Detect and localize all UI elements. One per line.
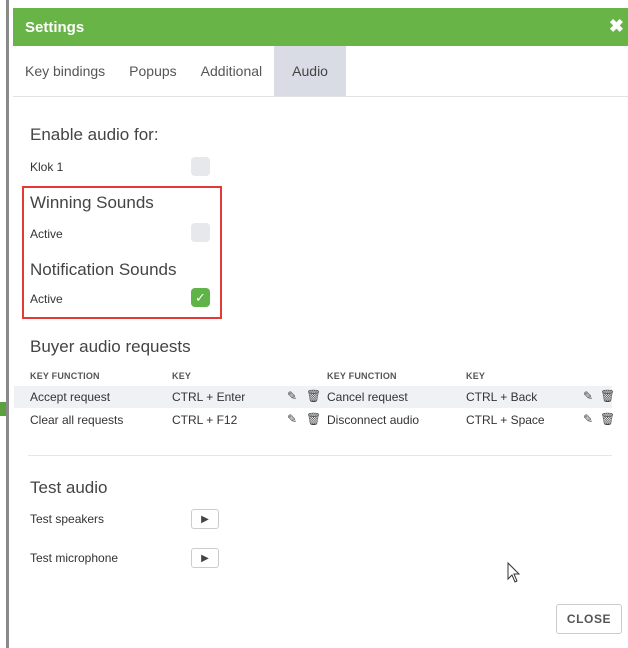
mouse-cursor-icon xyxy=(507,562,521,583)
test-microphone-label: Test microphone xyxy=(30,551,119,565)
test-speakers-play-button[interactable]: ▶ xyxy=(191,509,219,529)
key-function-cell-2: Cancel request xyxy=(327,390,408,404)
edit-icon[interactable]: ✎ xyxy=(583,412,593,426)
tab-key-bindings[interactable]: Key bindings xyxy=(13,46,117,96)
dialog-title: Settings xyxy=(25,18,85,36)
klok-1-label: Klok 1 xyxy=(30,160,64,174)
delete-icon[interactable]: 🗑 xyxy=(600,389,615,403)
test-microphone-play-button[interactable]: ▶ xyxy=(191,548,219,568)
test-speakers-label: Test speakers xyxy=(30,512,105,526)
delete-icon[interactable]: 🗑 xyxy=(306,412,321,426)
klok-1-checkbox[interactable] xyxy=(191,157,210,176)
winning-sounds-title: Winning Sounds xyxy=(30,193,154,212)
close-icon[interactable]: ✖ xyxy=(609,16,624,37)
key-function-cell: Clear all requests xyxy=(30,413,124,427)
test-audio-title: Test audio xyxy=(30,478,108,497)
delete-icon[interactable]: 🗑 xyxy=(600,412,615,426)
delete-icon[interactable]: 🗑 xyxy=(306,389,321,403)
winning-active-checkbox[interactable] xyxy=(191,223,210,242)
edit-icon[interactable]: ✎ xyxy=(287,389,297,403)
background-green-marker xyxy=(0,402,6,416)
table-row: Clear all requests CTRL + F12 ✎ 🗑 Discon… xyxy=(14,409,615,431)
key-function-cell: Accept request xyxy=(30,390,111,404)
background-divider xyxy=(6,0,9,648)
column-header-key-function: KEY FUNCTION xyxy=(30,371,100,381)
notification-active-checkbox[interactable]: ✓ xyxy=(191,288,210,307)
tab-popups[interactable]: Popups xyxy=(117,46,188,96)
column-header-key-2: KEY xyxy=(466,371,486,381)
edit-icon[interactable]: ✎ xyxy=(583,389,593,403)
close-button[interactable]: CLOSE xyxy=(556,604,622,634)
tab-additional[interactable]: Additional xyxy=(189,46,275,96)
notification-sounds-title: Notification Sounds xyxy=(30,260,177,279)
key-cell-2: CTRL + Back xyxy=(466,390,538,404)
key-cell: CTRL + F12 xyxy=(172,413,238,427)
tab-audio[interactable]: Audio xyxy=(274,46,346,96)
notification-active-label: Active xyxy=(30,292,63,306)
enable-audio-title: Enable audio for: xyxy=(30,125,159,144)
edit-icon[interactable]: ✎ xyxy=(287,412,297,426)
winning-active-label: Active xyxy=(30,227,63,241)
section-divider xyxy=(28,455,612,456)
column-header-key: KEY xyxy=(172,371,192,381)
table-row: Accept request CTRL + Enter ✎ 🗑 Cancel r… xyxy=(14,386,615,408)
column-header-key-function-2: KEY FUNCTION xyxy=(327,371,397,381)
key-cell: CTRL + Enter xyxy=(172,390,246,404)
key-cell-2: CTRL + Space xyxy=(466,413,545,427)
background-left-edge xyxy=(0,0,10,648)
tab-bar: Key bindings Popups Additional Audio xyxy=(13,46,628,97)
buyer-audio-title: Buyer audio requests xyxy=(30,337,191,356)
key-function-cell-2: Disconnect audio xyxy=(327,413,420,427)
dialog-header: Settings ✖ xyxy=(13,8,628,46)
